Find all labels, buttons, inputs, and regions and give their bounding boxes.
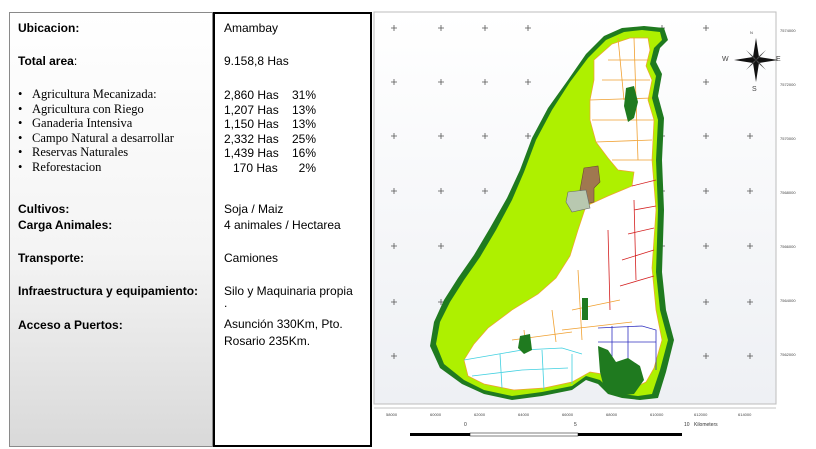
farm-map: N S E W 58000 60000 62000 64000 66000 68… <box>372 10 816 449</box>
y-tick: 7570000 <box>780 136 796 141</box>
compass-s: S <box>752 86 757 93</box>
compass-e: E <box>776 56 781 63</box>
value-column: Amambay 9.158,8 Has 2,860 Has 31% 1,207 H… <box>213 12 372 447</box>
total-area-value: 9.158,8 Has <box>224 54 289 68</box>
cultivos-value: Soja / Maiz <box>224 202 284 216</box>
scale-five: 5 <box>574 422 577 428</box>
land-use-item: Reforestacion <box>18 160 174 175</box>
y-tick: 7562000 <box>780 352 796 357</box>
land-use-value: 2,332 Has 25% <box>224 131 316 146</box>
scale-ten: 10 <box>684 422 690 428</box>
y-tick: 7572000 <box>780 82 796 87</box>
cultivos-label: Cultivos: <box>18 202 70 216</box>
farm-info-table: Ubicacion: Total area: Agricultura Mecan… <box>9 12 372 447</box>
x-tick: 610000 <box>650 412 664 417</box>
acceso-label: Acceso a Puertos: <box>18 318 123 332</box>
land-use-list: Agricultura Mecanizada: Agricultura con … <box>18 87 174 175</box>
land-use-item: Agricultura Mecanizada: <box>18 87 174 102</box>
ubicacion-label: Ubicacion: <box>18 21 80 35</box>
carga-label: Carga Animales: <box>18 218 113 232</box>
x-tick: 58000 <box>386 412 398 417</box>
land-use-item: Ganaderia Intensiva <box>18 116 174 131</box>
carga-value: 4 animales / Hectarea <box>224 218 341 232</box>
compass-n: N <box>750 30 753 35</box>
land-use-value: 2,860 Has 31% <box>224 88 316 102</box>
label-column: Ubicacion: Total area: Agricultura Mecan… <box>9 12 213 447</box>
y-tick: 7564000 <box>780 298 796 303</box>
scale-zero: 0 <box>464 422 467 428</box>
land-use-item: Campo Natural a desarrollar <box>18 131 174 146</box>
total-area-label: Total area: <box>18 54 78 68</box>
x-tick: 68000 <box>606 412 618 417</box>
land-use-value: 170 Has 2% <box>233 160 316 175</box>
land-use-value: 1,150 Has 13% <box>224 117 316 132</box>
y-tick: 7568000 <box>780 190 796 195</box>
infraestructura-value-line1: Silo y Maquinaria propia <box>224 284 353 298</box>
infraestructura-label: Infraestructura y equipamiento: <box>18 284 199 298</box>
scale-unit: Kilometers <box>694 422 718 428</box>
y-tick: 7566000 <box>780 244 796 249</box>
land-use-value: 1,439 Has 16% <box>224 146 316 161</box>
acceso-value-line2: Rosario 235Km. <box>224 334 311 348</box>
ubicacion-value: Amambay <box>224 21 279 35</box>
x-tick: 62000 <box>474 412 486 417</box>
acceso-value-line1: Asunción 330Km, Pto. <box>224 317 343 331</box>
map-canvas <box>373 11 778 437</box>
compass-w: W <box>722 56 729 63</box>
land-use-item: Reservas Naturales <box>18 145 174 160</box>
land-use-values: 2,860 Has 31% 1,207 Has 13% 1,150 Has 13% 2… <box>224 88 316 176</box>
reserve-patch-3 <box>582 298 588 320</box>
x-tick: 64000 <box>518 412 530 417</box>
x-tick: 60000 <box>430 412 442 417</box>
land-use-item: Agricultura con Riego <box>18 102 174 117</box>
y-tick: 7574000 <box>780 28 796 33</box>
transporte-value: Camiones <box>224 251 279 265</box>
x-tick: 614000 <box>738 412 752 417</box>
transporte-label: Transporte: <box>18 251 85 265</box>
land-use-value: 1,207 Has 13% <box>224 102 316 117</box>
infraestructura-value-line2: . <box>224 296 228 310</box>
x-tick: 612000 <box>694 412 708 417</box>
x-tick: 66000 <box>562 412 574 417</box>
